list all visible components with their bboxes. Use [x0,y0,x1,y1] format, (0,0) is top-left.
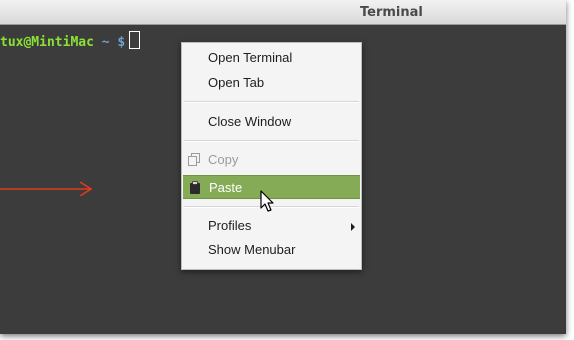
menu-separator [184,101,359,103]
menu-item-label: Show Menubar [208,242,296,257]
copy-icon [188,153,200,166]
menu-item-label: Copy [208,152,239,167]
menu-item-open-tab[interactable]: Open Tab [182,71,361,95]
text-cursor [129,31,141,49]
menu-separator [184,140,359,142]
window-title: Terminal [360,5,423,20]
menu-item-label: Profiles [208,218,252,233]
menu-item-label: Paste [209,180,243,195]
menu-item-label: Open Tab [208,75,265,90]
prompt-symbol: $ [117,35,126,50]
shell-prompt: tux@MintiMac ~ $ [0,31,141,50]
menu-item-show-menubar[interactable]: Show Menubar [182,238,361,262]
menu-item-label: Close Window [208,114,292,129]
submenu-arrow-icon [351,223,355,231]
prompt-user-host: tux@MintiMac [0,35,94,50]
arrow-right-icon [0,181,93,196]
title-bar[interactable]: Terminal [0,0,566,25]
clipboard-icon [190,181,200,194]
menu-item-profiles[interactable]: Profiles [182,214,361,238]
menu-item-copy[interactable]: Copy [182,148,361,172]
menu-item-close-window[interactable]: Close Window [182,110,361,134]
menu-item-open-terminal[interactable]: Open Terminal [182,46,361,70]
menu-item-label: Open Terminal [208,50,293,65]
context-menu: Open Terminal Open Tab Close Window Copy… [181,42,362,270]
mouse-pointer-icon [260,190,274,212]
prompt-path: ~ [101,35,110,50]
